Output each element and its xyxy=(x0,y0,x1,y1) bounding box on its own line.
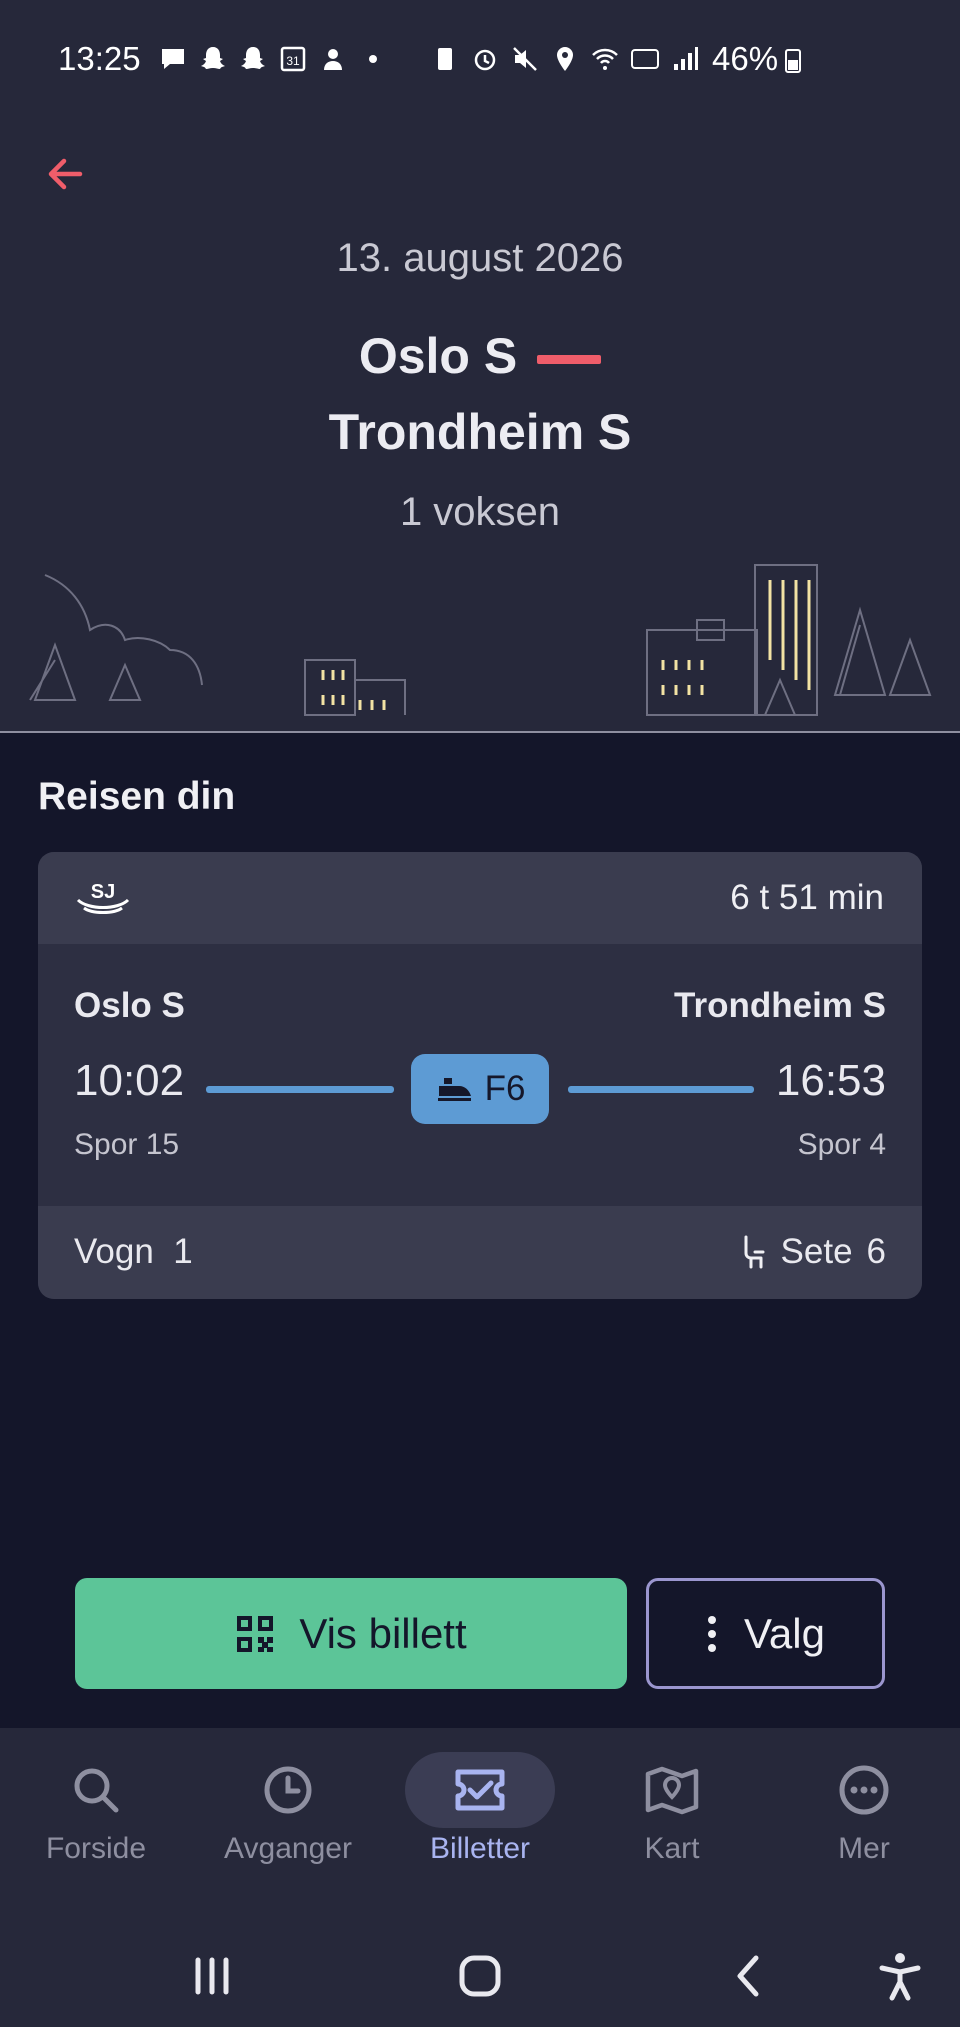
seat-info: Sete 6 xyxy=(741,1232,886,1272)
status-bar: 13:25 31 46% xyxy=(0,0,960,120)
message-icon xyxy=(162,49,184,69)
nav-label: Forside xyxy=(45,1832,147,1865)
battery-percent: 46% xyxy=(712,40,779,77)
status-time: 13:25 xyxy=(58,40,141,77)
seat-icon xyxy=(744,1235,765,1269)
mute-icon xyxy=(513,47,537,71)
sj-logo-icon: SJ xyxy=(76,881,130,914)
journey-card[interactable]: SJ 6 t 51 min Oslo S Trondheim S 10:02 1… xyxy=(38,852,922,1299)
search-icon xyxy=(74,1768,119,1813)
show-ticket-button[interactable]: Vis billett xyxy=(75,1578,627,1689)
nav-item-billetter[interactable]: Billetter xyxy=(384,1752,576,1898)
dot-icon xyxy=(369,55,377,63)
route-line-left xyxy=(206,1086,394,1093)
train-line-badge: F6 xyxy=(411,1054,549,1124)
seat-number: 6 xyxy=(866,1232,886,1271)
qr-code-icon xyxy=(237,1615,274,1652)
show-ticket-label: Vis billett xyxy=(299,1609,467,1657)
home-icon[interactable] xyxy=(450,1946,510,2006)
departure-track: Spor 15 xyxy=(74,1128,180,1161)
card-header: SJ 6 t 51 min xyxy=(38,852,922,944)
travel-date: 13. august 2026 xyxy=(336,236,624,280)
svg-text:SJ: SJ xyxy=(91,881,115,903)
back-nav-icon[interactable] xyxy=(720,1946,780,2006)
signal-icon xyxy=(674,47,698,70)
system-navigation xyxy=(0,1928,960,2018)
passengers: 1 voksen xyxy=(399,490,561,534)
back-arrow-icon[interactable] xyxy=(40,148,92,200)
more-icon xyxy=(839,1765,889,1815)
route-dash xyxy=(537,355,602,365)
arrival-track: Spor 4 xyxy=(797,1128,886,1161)
volte-icon xyxy=(631,49,659,69)
section-title: Reisen din xyxy=(38,775,236,818)
departure-station: Oslo S xyxy=(74,986,185,1025)
alarm-icon xyxy=(474,49,496,71)
svg-text:31: 31 xyxy=(286,54,300,68)
calendar-icon: 31 xyxy=(280,46,306,72)
wifi-icon xyxy=(592,48,618,70)
train-line: F6 xyxy=(484,1069,526,1108)
options-button[interactable]: Valg xyxy=(646,1578,885,1689)
snapchat-icon xyxy=(241,47,265,69)
nav-item-kart[interactable]: Kart xyxy=(576,1758,768,1898)
train-icon xyxy=(437,1078,471,1101)
route-title: Oslo S Trondheim S xyxy=(0,318,960,470)
arrival-time: 16:53 xyxy=(775,1056,886,1105)
trip-duration: 6 t 51 min xyxy=(730,878,884,917)
ticket-icon xyxy=(455,1769,505,1811)
options-label: Valg xyxy=(744,1609,825,1657)
map-icon xyxy=(645,1766,699,1815)
card-footer: Vogn 1 Sete 6 xyxy=(38,1206,922,1299)
location-icon xyxy=(557,47,573,71)
notification-icons: 31 xyxy=(158,44,388,74)
car-label: Vogn xyxy=(74,1232,154,1271)
system-icons xyxy=(430,44,700,74)
battery-saver-icon xyxy=(438,48,452,70)
skyline-illustration xyxy=(0,564,960,733)
car-number: 1 xyxy=(173,1232,193,1271)
card-body: Oslo S Trondheim S 10:02 16:53 F6 Spor 1… xyxy=(38,944,922,1206)
accessibility-icon[interactable] xyxy=(870,1946,930,2006)
arrival-station: Trondheim S xyxy=(674,986,886,1025)
header-area: 13:25 31 46% 13. august 2026 Oslo S Tron… xyxy=(0,0,960,733)
origin-station: Oslo S xyxy=(358,328,518,384)
car-info: Vogn 1 xyxy=(74,1232,193,1272)
hand-icon xyxy=(324,49,342,70)
nav-label: Mer xyxy=(838,1832,890,1865)
nav-label: Billetter xyxy=(429,1832,531,1865)
nav-label: Avganger xyxy=(224,1832,352,1865)
snapchat-icon xyxy=(201,47,225,69)
battery-icon xyxy=(785,49,801,73)
bottom-navigation: Forside Avganger Billetter Kart Mer xyxy=(0,1728,960,2027)
more-vertical-icon xyxy=(708,1615,717,1652)
destination-station: Trondheim S xyxy=(328,404,632,460)
departure-time: 10:02 xyxy=(74,1056,185,1105)
nav-item-mer[interactable]: Mer xyxy=(768,1758,960,1898)
recent-apps-icon[interactable] xyxy=(182,1946,242,2006)
clock-icon xyxy=(264,1766,312,1814)
route-line-right xyxy=(568,1086,754,1093)
nav-label: Kart xyxy=(644,1832,700,1865)
nav-item-forside[interactable]: Forside xyxy=(0,1758,192,1898)
nav-item-avganger[interactable]: Avganger xyxy=(192,1758,384,1898)
seat-label: Sete xyxy=(780,1232,853,1271)
